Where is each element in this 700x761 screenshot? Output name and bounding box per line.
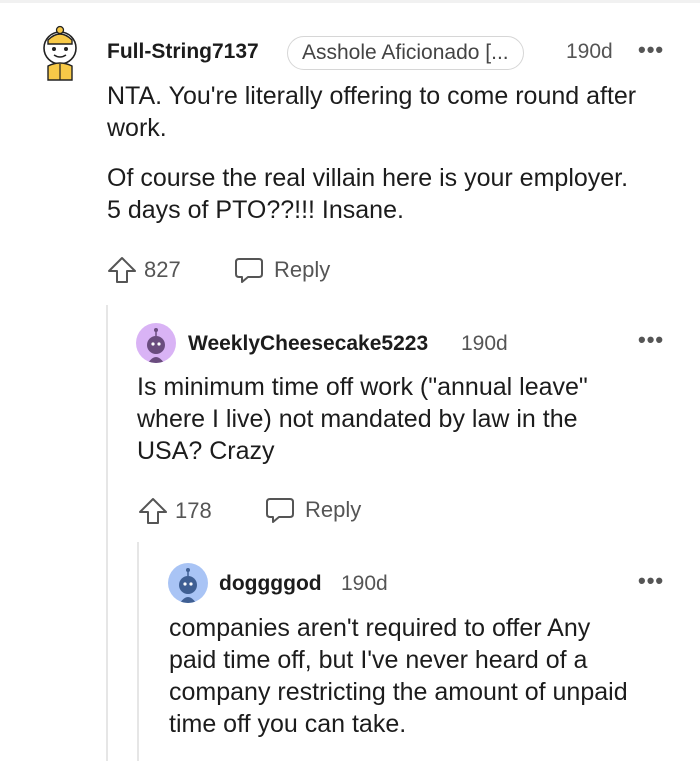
comment-age: 190d xyxy=(461,332,508,355)
upvote-arrow-icon xyxy=(106,254,138,286)
comment-paragraph: NTA. You're literally offering to come r… xyxy=(107,82,637,142)
more-options-icon[interactable]: ••• xyxy=(638,39,664,61)
comment-body: NTA. You're literally offering to come r… xyxy=(107,80,647,226)
comment-author[interactable]: WeeklyCheesecake5223 xyxy=(188,332,428,356)
upvote-button[interactable]: 178 xyxy=(137,495,212,527)
reply-label: Reply xyxy=(305,497,362,522)
reply-bubble-icon xyxy=(264,495,296,525)
reply-button[interactable]: Reply xyxy=(233,255,330,285)
comment-age: 190d xyxy=(341,572,388,595)
snoo-avatar-blue-icon[interactable] xyxy=(168,563,208,603)
thread-line[interactable] xyxy=(106,305,108,761)
more-options-icon[interactable]: ••• xyxy=(638,570,664,592)
reply-button[interactable]: Reply xyxy=(264,495,361,525)
comment-paragraph: Is minimum time off work ("annual leave"… xyxy=(137,373,588,465)
top-divider xyxy=(0,0,700,3)
reply-label: Reply xyxy=(274,257,331,282)
snoo-avatar-purple-icon[interactable] xyxy=(136,323,176,363)
user-flair-badge: Asshole Aficionado [... xyxy=(287,36,524,70)
comment-author[interactable]: Full-String7137 xyxy=(107,40,259,64)
snoo-avatar-yellow-icon[interactable] xyxy=(38,24,82,84)
comment-body: companies aren't required to offer Any p… xyxy=(169,612,644,740)
comment-body: Is minimum time off work ("annual leave"… xyxy=(137,371,637,467)
comment-paragraph: companies aren't required to offer Any p… xyxy=(169,614,628,738)
reply-bubble-icon xyxy=(233,255,265,285)
comment-author[interactable]: doggggod xyxy=(219,572,322,596)
comment-age: 190d xyxy=(566,40,613,63)
more-options-icon[interactable]: ••• xyxy=(638,329,664,351)
comment-paragraph: Of course the real villain here is your … xyxy=(107,164,629,224)
thread-line[interactable] xyxy=(137,542,139,761)
upvote-arrow-icon xyxy=(137,495,169,527)
upvote-count: 178 xyxy=(175,498,212,523)
upvote-button[interactable]: 827 xyxy=(106,254,181,286)
upvote-count: 827 xyxy=(144,257,181,282)
